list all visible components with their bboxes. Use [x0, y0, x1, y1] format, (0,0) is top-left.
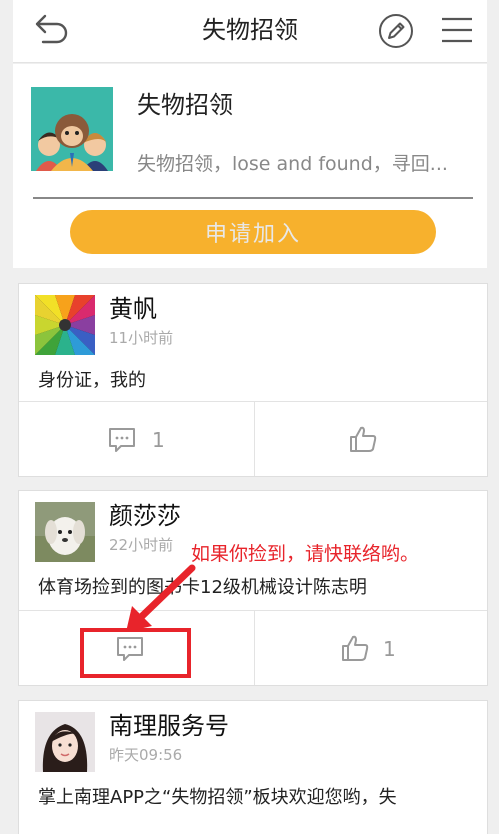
- post-time: 11小时前: [109, 329, 174, 347]
- comment-count: 1: [152, 428, 165, 452]
- group-name: 失物招领: [137, 91, 233, 119]
- avatar[interactable]: [35, 712, 95, 772]
- group-avatar[interactable]: [31, 87, 113, 171]
- author-name[interactable]: 南理服务号: [109, 709, 229, 743]
- color-pencils-avatar: [35, 295, 95, 355]
- group-avatar-illustration: [31, 87, 113, 171]
- menu-button[interactable]: [441, 15, 473, 45]
- like-count: 1: [383, 637, 396, 661]
- author-name[interactable]: 颜莎莎: [109, 499, 181, 533]
- thumbs-up-icon: [342, 635, 369, 661]
- post-item: 黄帆 11小时前 身份证，我的 1: [18, 283, 488, 477]
- thumbs-up-icon: [350, 426, 377, 452]
- join-button[interactable]: 申请加入: [70, 210, 436, 254]
- hamburger-menu-icon: [442, 17, 472, 43]
- annotation-arrow-icon: [126, 564, 196, 632]
- author-name[interactable]: 黄帆: [109, 292, 157, 326]
- group-header: 失物招领 失物招领，lose and found，寻回... 申请加入: [13, 64, 487, 268]
- post-actions: 1: [19, 401, 487, 476]
- puppy-avatar: [35, 502, 95, 562]
- avatar[interactable]: [35, 295, 95, 355]
- comment-icon: [109, 428, 135, 452]
- annotation-text: 如果你捡到，请快联络哟。: [191, 543, 420, 565]
- post-content[interactable]: 体育场捡到的图书卡12级机械设计陈志明: [38, 575, 367, 601]
- comment-button[interactable]: 1: [19, 402, 254, 476]
- post-time: 昨天09:56: [109, 746, 183, 764]
- edit-button[interactable]: [378, 13, 414, 49]
- like-button[interactable]: [255, 402, 489, 476]
- post-time: 22小时前: [109, 536, 174, 554]
- post-content[interactable]: 掌上南理APP之“失物招领”板块欢迎您哟，失: [38, 785, 397, 811]
- like-button[interactable]: 1: [255, 611, 489, 685]
- page-title: 失物招领: [202, 16, 298, 44]
- post-item: 南理服务号 昨天09:56 掌上南理APP之“失物招领”板块欢迎您哟，失: [18, 700, 488, 834]
- pencil-icon: [379, 14, 413, 48]
- post-content[interactable]: 身份证，我的: [38, 368, 146, 394]
- girl-portrait-avatar: [35, 712, 95, 772]
- top-bar: 失物招领: [13, 0, 487, 63]
- divider: [33, 197, 473, 199]
- group-description: 失物招领，lose and found，寻回...: [137, 153, 448, 175]
- avatar[interactable]: [35, 502, 95, 562]
